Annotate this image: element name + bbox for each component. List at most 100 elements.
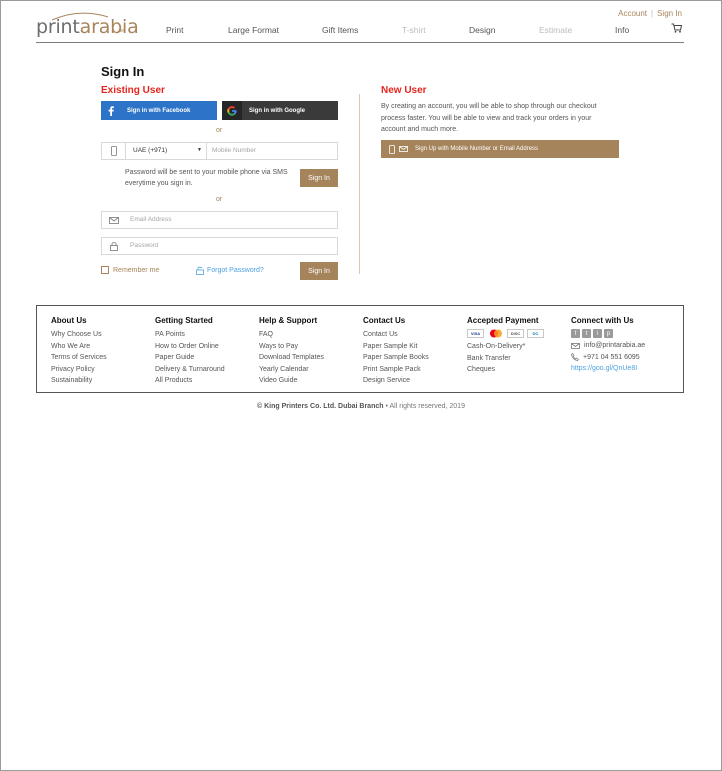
- new-user-heading: New User: [381, 85, 427, 96]
- footer-getting-started-title: Getting Started: [155, 316, 213, 325]
- remember-me-checkbox[interactable]: Remember me: [101, 266, 159, 274]
- google-signin-button[interactable]: Sign in with Google: [222, 101, 338, 120]
- facebook-signin-button[interactable]: Sign in with Facebook: [101, 101, 217, 120]
- nav-estimate[interactable]: Estimate: [539, 25, 572, 35]
- email-signin-button[interactable]: Sign In: [300, 262, 338, 280]
- page-title: Sign In: [101, 64, 145, 79]
- google-signin-label: Sign in with Google: [249, 107, 305, 114]
- nav-tshirt[interactable]: T-shirt: [402, 25, 426, 35]
- footer-map-link[interactable]: https://goo.gl/QnUe8I: [571, 363, 645, 375]
- header-signin-link[interactable]: Sign In: [657, 9, 682, 18]
- footer-email-text: info@printarabia.ae: [584, 342, 646, 349]
- footer-link[interactable]: Video Guide: [259, 375, 324, 387]
- email-input[interactable]: Email Address: [130, 216, 172, 223]
- account-link[interactable]: Account: [618, 9, 647, 18]
- footer-help: Help & Support FAQ Ways to Pay Download …: [259, 316, 324, 387]
- password-field-group: Password: [101, 237, 338, 255]
- diners-club-icon: DC: [527, 329, 544, 338]
- nav-print[interactable]: Print: [166, 25, 183, 35]
- mobile-phone-icon: [388, 144, 395, 154]
- footer-about-title: About Us: [51, 316, 87, 325]
- nav-info[interactable]: Info: [615, 25, 629, 35]
- mobile-signin-button[interactable]: Sign In: [300, 169, 338, 187]
- footer-about: About Us Why Choose Us Who We Are Terms …: [51, 316, 107, 387]
- visa-icon: VISA: [467, 329, 484, 338]
- social-icons: f t i p: [571, 329, 645, 338]
- footer-link[interactable]: Sustainability: [51, 375, 107, 387]
- cart-icon[interactable]: [671, 23, 682, 33]
- envelope-icon: [571, 342, 580, 349]
- footer-link[interactable]: Design Service: [363, 375, 429, 387]
- footer-link[interactable]: Paper Sample Kit: [363, 341, 429, 353]
- site-logo[interactable]: printarabia .ae: [36, 11, 139, 38]
- footer-link[interactable]: Ways to Pay: [259, 341, 324, 353]
- nav-gift-items[interactable]: Gift Items: [322, 25, 358, 35]
- footer-phone[interactable]: +971 04 551 6095: [571, 352, 645, 364]
- footer-phone-text: +971 04 551 6095: [583, 353, 640, 361]
- footer-link: Cash-On-Delivery*: [467, 343, 526, 350]
- footer-link[interactable]: Delivery & Turnaround: [155, 364, 225, 376]
- facebook-icon: [101, 101, 121, 120]
- discover-icon: DISC: [507, 329, 524, 338]
- footer-link: Cheques: [467, 366, 496, 374]
- footer-link[interactable]: FAQ: [259, 329, 324, 341]
- mobile-number-input[interactable]: Mobile Number: [212, 147, 256, 154]
- email-field-group: Email Address: [101, 211, 338, 229]
- forgot-password-link[interactable]: Forgot Password?: [196, 266, 264, 275]
- site-footer: About Us Why Choose Us Who We Are Terms …: [36, 305, 684, 393]
- footer-link[interactable]: Privacy Policy: [51, 364, 107, 376]
- twitter-icon[interactable]: t: [582, 329, 591, 338]
- footer-link[interactable]: Download Templates: [259, 352, 324, 364]
- phone-icon: [571, 353, 579, 362]
- mastercard-icon: [487, 329, 504, 338]
- footer-link[interactable]: Paper Sample Books: [363, 352, 429, 364]
- country-code-value: UAE (+971): [133, 147, 168, 154]
- nav-design[interactable]: Design: [469, 25, 495, 35]
- logo-print: print: [36, 16, 80, 38]
- footer-link: Bank Transfer: [467, 354, 511, 362]
- pinterest-icon[interactable]: p: [604, 329, 613, 338]
- footer-link[interactable]: All Products: [155, 375, 225, 387]
- google-icon: [222, 101, 242, 120]
- footer-link[interactable]: Paper Guide: [155, 352, 225, 364]
- remember-me-label: Remember me: [113, 266, 160, 274]
- footer-payment-title: Accepted Payment: [467, 316, 539, 325]
- footer-getting-started: Getting Started PA Points How to Order O…: [155, 316, 225, 387]
- footer-contact: Contact Us Contact Us Paper Sample Kit P…: [363, 316, 429, 387]
- lock-icon: [102, 238, 125, 254]
- footer-help-title: Help & Support: [259, 316, 318, 325]
- footer-email[interactable]: info@printarabia.ae: [571, 340, 645, 352]
- new-user-description: By creating an account, you will be able…: [381, 103, 597, 133]
- footer-link[interactable]: Why Choose Us: [51, 329, 107, 341]
- account-links: Account | Sign In: [618, 9, 682, 18]
- signup-label: Sign Up with Mobile Number or Email Addr…: [415, 146, 539, 152]
- signup-button[interactable]: Sign Up with Mobile Number or Email Addr…: [381, 140, 619, 158]
- footer-link[interactable]: Yearly Calendar: [259, 364, 324, 376]
- footer-link[interactable]: Who We Are: [51, 341, 107, 353]
- checkbox-box[interactable]: [101, 266, 109, 274]
- footer-link[interactable]: Terms of Services: [51, 352, 107, 364]
- password-input[interactable]: Password: [130, 242, 159, 249]
- footer-link[interactable]: Print Sample Pack: [363, 364, 429, 376]
- instagram-icon[interactable]: i: [593, 329, 602, 338]
- footer-link[interactable]: How to Order Online: [155, 341, 225, 353]
- country-code-select[interactable]: UAE (+971) ▼: [125, 143, 207, 159]
- footer-link[interactable]: Contact Us: [363, 329, 429, 341]
- facebook-icon[interactable]: f: [571, 329, 580, 338]
- or-divider-1: or: [216, 127, 223, 134]
- copyright: © King Printers Co. Ltd. Dubai Branch • …: [0, 403, 722, 410]
- or-divider-2: or: [216, 196, 223, 203]
- existing-user-heading: Existing User: [101, 85, 165, 96]
- nav-large-format[interactable]: Large Format: [228, 25, 279, 35]
- envelope-icon: [102, 212, 125, 228]
- copyright-company: © King Printers Co. Ltd. Dubai Branch: [257, 403, 384, 410]
- logo-arabia: arabia: [79, 16, 139, 38]
- footer-link[interactable]: PA Points: [155, 329, 225, 341]
- sms-password-note: Password will be sent to your mobile pho…: [125, 169, 288, 187]
- footer-contact-title: Contact Us: [363, 316, 406, 325]
- site-header: printarabia .ae Account | Sign In Print La…: [36, 0, 684, 43]
- mobile-phone-icon: [102, 143, 125, 159]
- mobile-field-group: UAE (+971) ▼ Mobile Number: [101, 142, 338, 160]
- footer-connect: Connect with Us f t i p info@printarabia…: [571, 316, 645, 375]
- copyright-rights: • All rights reserved, 2019: [385, 403, 465, 410]
